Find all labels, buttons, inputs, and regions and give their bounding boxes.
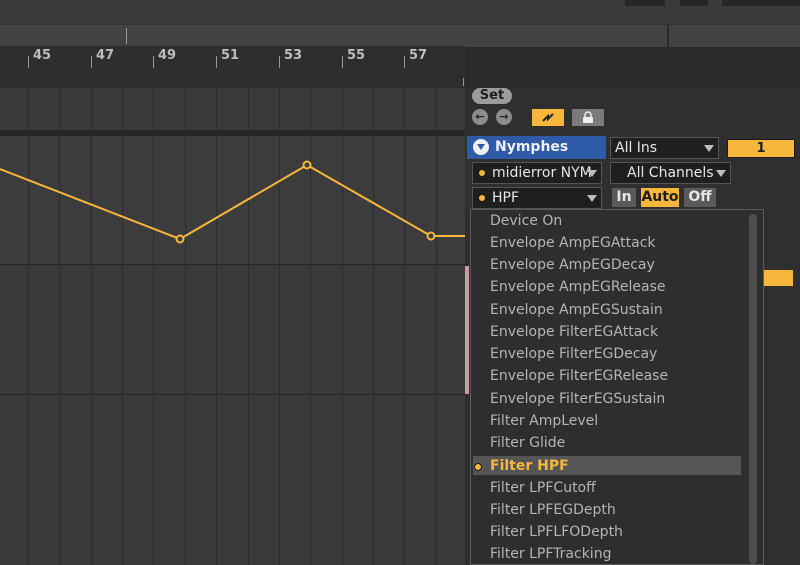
parameter-dot-icon [478, 193, 486, 202]
input-channel-chooser[interactable]: All Channels [610, 162, 731, 184]
menu-item-selected[interactable]: Filter HPF [490, 455, 569, 477]
ruler-label: 57 [409, 48, 428, 63]
ruler-tick [216, 56, 217, 68]
device-chooser[interactable]: midierror NYM [472, 162, 602, 184]
menu-scrollbar[interactable] [749, 214, 757, 564]
overview-separator [667, 25, 669, 47]
menu-item[interactable]: Envelope AmpEGAttack [490, 232, 656, 254]
arrow-left-icon[interactable]: ← [472, 109, 488, 125]
playhead-marker[interactable] [126, 28, 127, 44]
menu-item[interactable]: Envelope FilterEGRelease [490, 365, 668, 387]
monitor-auto-button[interactable]: Auto [641, 188, 679, 207]
automation-lane[interactable] [0, 136, 465, 264]
draw-mode-icon [542, 113, 554, 122]
clip-lane[interactable] [0, 88, 465, 130]
automation-breakpoint[interactable] [175, 234, 185, 244]
ruler-label: 49 [158, 48, 177, 63]
lock-button[interactable] [572, 109, 604, 126]
selected-item-dot-icon [474, 463, 482, 471]
ruler-label: 47 [96, 48, 115, 63]
menu-item[interactable]: Filter LPFEGDepth [490, 499, 616, 521]
top-bar-segment [722, 0, 800, 6]
track-color-strip [465, 266, 469, 394]
draw-mode-button[interactable] [532, 109, 564, 126]
ruler-tick [91, 56, 92, 68]
monitor-in-button[interactable]: In [612, 188, 636, 207]
chevron-down-icon [704, 145, 714, 152]
menu-item[interactable]: Filter LPFLFODepth [490, 521, 623, 543]
input-type-value: All Ins [615, 140, 658, 156]
lock-icon [583, 111, 593, 123]
menu-item[interactable]: Filter Glide [490, 432, 565, 454]
device-name: midierror NYM [492, 165, 592, 181]
menu-item[interactable]: Filter AmpLevel [490, 410, 598, 432]
ruler-tick [342, 56, 343, 68]
beat-ruler[interactable]: 45 47 49 51 53 55 57 [0, 46, 465, 88]
set-button[interactable]: Set [472, 88, 512, 104]
device-dot-icon [478, 168, 486, 177]
menu-item[interactable]: Device On [490, 210, 562, 232]
chevron-down-icon [587, 170, 597, 177]
monitor-off-button[interactable]: Off [684, 188, 716, 207]
menu-item[interactable]: Envelope FilterEGSustain [490, 388, 665, 410]
top-bar-segment [680, 0, 708, 6]
top-bar [0, 0, 800, 24]
ruler-tick [404, 56, 405, 68]
chevron-down-icon [587, 195, 597, 202]
arrow-right-icon[interactable]: → [496, 109, 512, 125]
ruler-label: 55 [347, 48, 366, 63]
automation-envelope[interactable] [0, 136, 465, 264]
menu-item[interactable]: Envelope AmpEGSustain [490, 299, 663, 321]
arrangement-overview-bar[interactable] [0, 24, 800, 47]
menu-item[interactable]: Envelope AmpEGRelease [490, 276, 666, 298]
parameter-chooser[interactable]: HPF [472, 187, 602, 209]
automation-breakpoint[interactable] [426, 231, 436, 241]
input-channel-value: All Channels [627, 165, 714, 181]
ruler-label: 45 [33, 48, 52, 63]
ruler-tick [153, 56, 154, 68]
parameter-name: HPF [492, 190, 520, 206]
track-lane[interactable] [0, 264, 465, 565]
top-bar-segment [625, 0, 665, 6]
parameter-dropdown-menu[interactable]: Device On Envelope AmpEGAttack Envelope … [470, 209, 764, 565]
track-name: Nymphes [495, 139, 569, 155]
input-type-chooser[interactable]: All Ins [610, 137, 719, 159]
collapse-track-icon[interactable] [473, 139, 489, 155]
automation-breakpoint[interactable] [302, 160, 312, 170]
menu-item[interactable]: Filter LPFTracking [490, 543, 611, 565]
menu-item[interactable]: Envelope FilterEGDecay [490, 343, 657, 365]
ruler-tick [463, 78, 464, 86]
menu-item[interactable]: Filter LPFCutoff [490, 477, 596, 499]
chevron-down-icon [716, 170, 726, 177]
ruler-label: 51 [221, 48, 240, 63]
track-name-header[interactable]: Nymphes [467, 136, 606, 159]
track-number-field[interactable]: 1 [727, 139, 795, 158]
ruler-tick [28, 56, 29, 68]
menu-item[interactable]: Envelope FilterEGAttack [490, 321, 658, 343]
menu-item[interactable]: Envelope AmpEGDecay [490, 254, 655, 276]
ruler-label: 53 [284, 48, 303, 63]
ruler-tick [279, 56, 280, 68]
